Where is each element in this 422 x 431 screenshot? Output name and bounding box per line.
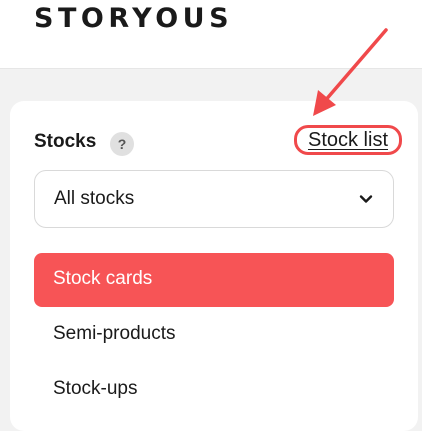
chevron-down-icon (359, 195, 373, 203)
menu-item-stock-cards[interactable]: Stock cards (34, 253, 394, 307)
menu-item-label: Stock-ups (53, 378, 138, 399)
stock-select-value: All stocks (54, 188, 135, 209)
stock-select[interactable]: All stocks (34, 170, 394, 228)
stock-list-label: Stock list (307, 129, 389, 151)
menu-item-label: Semi-products (53, 323, 176, 344)
storyous-logo[interactable]: STORYOUS (34, 2, 233, 36)
stock-list-link[interactable]: Stock list (294, 125, 402, 155)
help-icon[interactable]: ? (110, 132, 134, 156)
menu-item-label: Stock cards (53, 268, 153, 289)
annotation-arrow-icon (313, 28, 388, 116)
stocks-title: Stocks (34, 131, 97, 152)
menu-item-stock-ups[interactable]: Stock-ups (34, 363, 394, 417)
arrow-shaft (322, 28, 388, 104)
menu-item-semi-products[interactable]: Semi-products (34, 308, 394, 362)
